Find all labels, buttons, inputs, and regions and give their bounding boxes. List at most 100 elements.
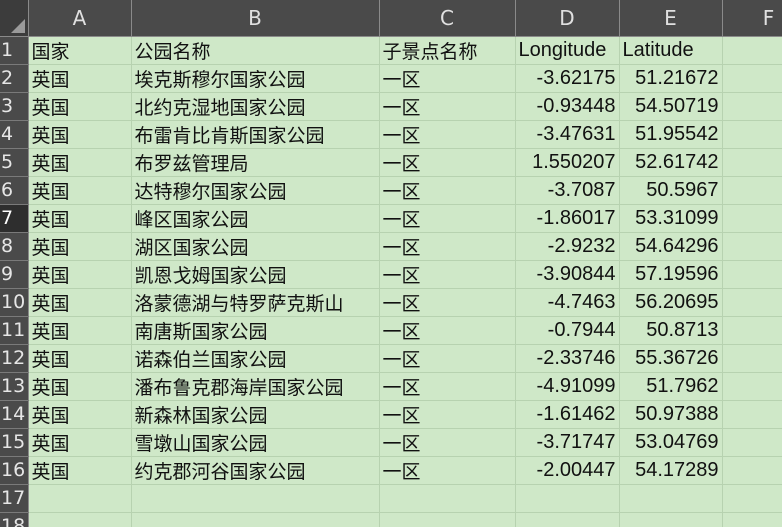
cell-b18[interactable] xyxy=(131,512,380,527)
cell-e8[interactable]: 54.64296 xyxy=(619,232,723,261)
cell-c14[interactable]: 一区 xyxy=(379,400,516,429)
cell-c5[interactable]: 一区 xyxy=(379,148,516,177)
cell-a12[interactable]: 英国 xyxy=(28,344,132,373)
cell-f11[interactable] xyxy=(722,316,782,345)
cell-d6[interactable]: -3.7087 xyxy=(515,176,620,205)
cell-f1[interactable] xyxy=(722,36,782,65)
cell-a15[interactable]: 英国 xyxy=(28,428,132,457)
cell-c6[interactable]: 一区 xyxy=(379,176,516,205)
cell-e17[interactable] xyxy=(619,484,723,513)
row-header-14[interactable]: 14 xyxy=(0,400,29,429)
cell-c4[interactable]: 一区 xyxy=(379,120,516,149)
cell-f3[interactable] xyxy=(722,92,782,121)
cell-d11[interactable]: -0.7944 xyxy=(515,316,620,345)
spreadsheet-grid[interactable]: ABCDEF 1 国家 公园名称 子景点名称 Longitude Latitude 2 英国埃… xyxy=(0,0,782,527)
cell-e16[interactable]: 54.17289 xyxy=(619,456,723,485)
cell-e15[interactable]: 53.04769 xyxy=(619,428,723,457)
cell-a3[interactable]: 英国 xyxy=(28,92,132,121)
cell-f2[interactable] xyxy=(722,64,782,93)
cell-a8[interactable]: 英国 xyxy=(28,232,132,261)
column-header-d[interactable]: D xyxy=(515,0,620,37)
cell-d3[interactable]: -0.93448 xyxy=(515,92,620,121)
cell-d5[interactable]: 1.550207 xyxy=(515,148,620,177)
cell-c1[interactable]: 子景点名称 xyxy=(379,36,516,65)
row-header-3[interactable]: 3 xyxy=(0,92,29,121)
cell-c15[interactable]: 一区 xyxy=(379,428,516,457)
cell-b13[interactable]: 潘布鲁克郡海岸国家公园 xyxy=(131,372,380,401)
cell-e7[interactable]: 53.31099 xyxy=(619,204,723,233)
column-header-c[interactable]: C xyxy=(379,0,516,37)
cell-c2[interactable]: 一区 xyxy=(379,64,516,93)
column-header-b[interactable]: B xyxy=(131,0,380,37)
cell-b4[interactable]: 布雷肯比肯斯国家公园 xyxy=(131,120,380,149)
cell-c16[interactable]: 一区 xyxy=(379,456,516,485)
cell-f6[interactable] xyxy=(722,176,782,205)
column-header-f[interactable]: F xyxy=(722,0,782,37)
cell-c18[interactable] xyxy=(379,512,516,527)
cell-a11[interactable]: 英国 xyxy=(28,316,132,345)
cell-a9[interactable]: 英国 xyxy=(28,260,132,289)
cell-b5[interactable]: 布罗兹管理局 xyxy=(131,148,380,177)
cell-d17[interactable] xyxy=(515,484,620,513)
cell-a2[interactable]: 英国 xyxy=(28,64,132,93)
cell-d13[interactable]: -4.91099 xyxy=(515,372,620,401)
row-header-12[interactable]: 12 xyxy=(0,344,29,373)
row-header-6[interactable]: 6 xyxy=(0,176,29,205)
row-header-1[interactable]: 1 xyxy=(0,36,29,65)
cell-f17[interactable] xyxy=(722,484,782,513)
cell-c17[interactable] xyxy=(379,484,516,513)
cell-e12[interactable]: 55.36726 xyxy=(619,344,723,373)
cell-c13[interactable]: 一区 xyxy=(379,372,516,401)
cell-b8[interactable]: 湖区国家公园 xyxy=(131,232,380,261)
cell-e5[interactable]: 52.61742 xyxy=(619,148,723,177)
cell-e13[interactable]: 51.7962 xyxy=(619,372,723,401)
cell-b9[interactable]: 凯恩戈姆国家公园 xyxy=(131,260,380,289)
cell-a4[interactable]: 英国 xyxy=(28,120,132,149)
cell-b14[interactable]: 新森林国家公园 xyxy=(131,400,380,429)
cell-b7[interactable]: 峰区国家公园 xyxy=(131,204,380,233)
cell-d2[interactable]: -3.62175 xyxy=(515,64,620,93)
cell-b17[interactable] xyxy=(131,484,380,513)
cell-a7[interactable]: 英国 xyxy=(28,204,132,233)
cell-d15[interactable]: -3.71747 xyxy=(515,428,620,457)
cell-d1[interactable]: Longitude xyxy=(515,36,620,65)
cell-f14[interactable] xyxy=(722,400,782,429)
cell-c11[interactable]: 一区 xyxy=(379,316,516,345)
cell-f16[interactable] xyxy=(722,456,782,485)
column-header-e[interactable]: E xyxy=(619,0,723,37)
row-header-18[interactable]: 18 xyxy=(0,512,29,527)
cell-c10[interactable]: 一区 xyxy=(379,288,516,317)
cell-b2[interactable]: 埃克斯穆尔国家公园 xyxy=(131,64,380,93)
cell-f4[interactable] xyxy=(722,120,782,149)
cell-a6[interactable]: 英国 xyxy=(28,176,132,205)
cell-e4[interactable]: 51.95542 xyxy=(619,120,723,149)
cell-b3[interactable]: 北约克湿地国家公园 xyxy=(131,92,380,121)
row-header-17[interactable]: 17 xyxy=(0,484,29,513)
cell-d10[interactable]: -4.7463 xyxy=(515,288,620,317)
cell-b1[interactable]: 公园名称 xyxy=(131,36,380,65)
cell-e18[interactable] xyxy=(619,512,723,527)
cell-d4[interactable]: -3.47631 xyxy=(515,120,620,149)
cell-a13[interactable]: 英国 xyxy=(28,372,132,401)
cell-f7[interactable] xyxy=(722,204,782,233)
cell-f10[interactable] xyxy=(722,288,782,317)
cell-a1[interactable]: 国家 xyxy=(28,36,132,65)
cell-f8[interactable] xyxy=(722,232,782,261)
cell-b15[interactable]: 雪墩山国家公园 xyxy=(131,428,380,457)
row-header-5[interactable]: 5 xyxy=(0,148,29,177)
cell-f15[interactable] xyxy=(722,428,782,457)
cell-d8[interactable]: -2.9232 xyxy=(515,232,620,261)
column-header-a[interactable]: A xyxy=(28,0,132,37)
cell-f18[interactable] xyxy=(722,512,782,527)
cell-c3[interactable]: 一区 xyxy=(379,92,516,121)
row-header-13[interactable]: 13 xyxy=(0,372,29,401)
cell-d14[interactable]: -1.61462 xyxy=(515,400,620,429)
cell-e10[interactable]: 56.20695 xyxy=(619,288,723,317)
cell-e2[interactable]: 51.21672 xyxy=(619,64,723,93)
cell-d16[interactable]: -2.00447 xyxy=(515,456,620,485)
cell-f9[interactable] xyxy=(722,260,782,289)
cell-e14[interactable]: 50.97388 xyxy=(619,400,723,429)
cell-c8[interactable]: 一区 xyxy=(379,232,516,261)
cell-e9[interactable]: 57.19596 xyxy=(619,260,723,289)
cell-a14[interactable]: 英国 xyxy=(28,400,132,429)
